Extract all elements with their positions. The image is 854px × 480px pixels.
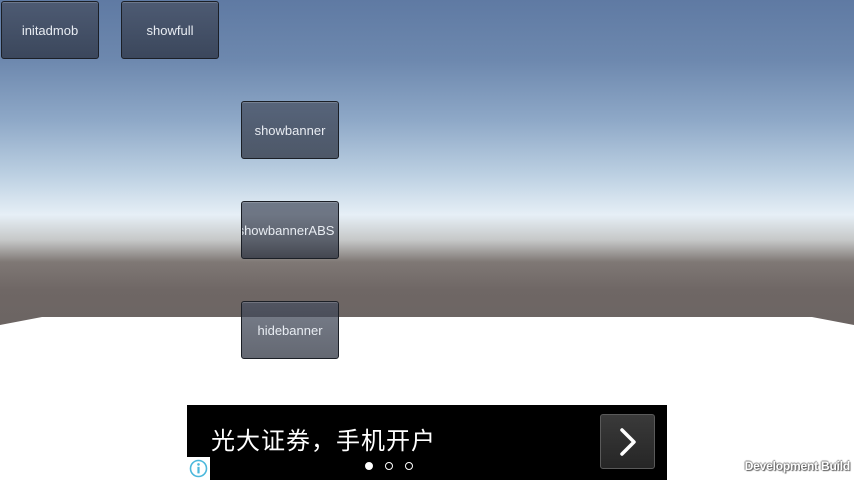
ad-banner[interactable]: 光大证券，手机开户 [187, 405, 667, 480]
ad-info-button[interactable] [187, 457, 210, 480]
development-build-watermark: Development Build [744, 459, 850, 473]
ad-pager [365, 462, 413, 470]
info-icon [189, 459, 208, 478]
ad-open-button[interactable] [600, 414, 655, 469]
showbanner-button[interactable]: showbanner [241, 101, 339, 159]
showfull-button[interactable]: showfull [121, 1, 219, 59]
ad-pager-dot[interactable] [385, 462, 393, 470]
game-viewport: initadmob showfull showbanner showbanner… [0, 0, 854, 480]
chevron-right-icon [619, 427, 636, 456]
hidebanner-button-label: hidebanner [257, 322, 323, 338]
hidebanner-button[interactable]: hidebanner [241, 301, 339, 359]
showfull-button-label: showfull [146, 22, 194, 38]
initadmob-button[interactable]: initadmob [1, 1, 99, 59]
showbannerabs-button-label: showbannerABS [241, 222, 335, 238]
initadmob-button-label: initadmob [21, 22, 79, 38]
showbannerabs-button[interactable]: showbannerABS [241, 201, 339, 259]
showbanner-button-label: showbanner [254, 122, 326, 138]
ad-pager-dot[interactable] [365, 462, 373, 470]
ad-pager-dot[interactable] [405, 462, 413, 470]
ad-headline: 光大证券，手机开户 [211, 427, 436, 455]
